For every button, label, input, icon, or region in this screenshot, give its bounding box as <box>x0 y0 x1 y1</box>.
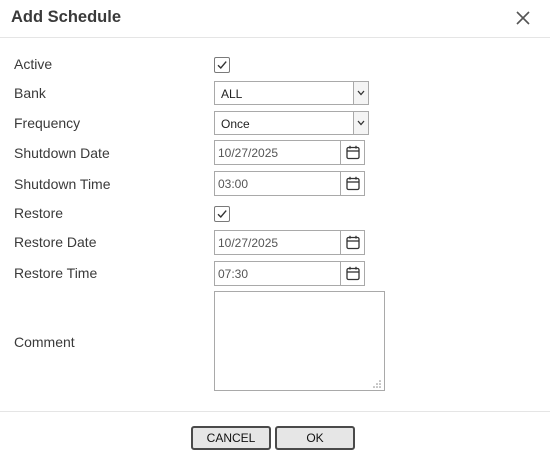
shutdown-time-input[interactable] <box>215 172 340 195</box>
chevron-down-icon <box>357 90 365 96</box>
frequency-select-value: Once <box>221 117 250 131</box>
active-label: Active <box>14 56 53 72</box>
restore-date-label: Restore Date <box>14 234 97 250</box>
restore-date-field <box>214 230 365 255</box>
dialog-header: Add Schedule <box>0 0 550 38</box>
restore-time-field <box>214 261 365 286</box>
chevron-down-icon <box>357 120 365 126</box>
restore-label: Restore <box>14 205 64 221</box>
restore-time-picker-button[interactable] <box>340 262 364 285</box>
checkmark-icon <box>217 61 227 70</box>
dialog-title: Add Schedule <box>11 8 122 26</box>
restore-checkbox[interactable] <box>214 206 230 222</box>
calendar-icon <box>346 235 360 250</box>
close-icon <box>516 11 530 25</box>
restore-time-input[interactable] <box>215 262 340 285</box>
calendar-icon <box>346 266 360 281</box>
frequency-select[interactable]: Once <box>214 111 369 135</box>
shutdown-date-field <box>214 140 365 165</box>
checkmark-icon <box>217 210 227 219</box>
shutdown-date-input[interactable] <box>215 141 340 164</box>
cancel-button[interactable]: CANCEL <box>191 426 271 450</box>
frequency-dropdown-button[interactable] <box>353 112 368 134</box>
calendar-icon <box>346 176 360 191</box>
bank-select-value: ALL <box>221 87 243 101</box>
footer-divider <box>0 411 550 412</box>
bank-dropdown-button[interactable] <box>353 82 368 104</box>
comment-label: Comment <box>14 334 75 350</box>
calendar-icon <box>346 145 360 160</box>
active-checkbox[interactable] <box>214 57 230 73</box>
shutdown-date-picker-button[interactable] <box>340 141 364 164</box>
shutdown-time-field <box>214 171 365 196</box>
bank-label: Bank <box>14 85 46 101</box>
comment-textarea[interactable] <box>214 291 385 391</box>
ok-button[interactable]: OK <box>275 426 355 450</box>
restore-date-picker-button[interactable] <box>340 231 364 254</box>
resize-grip-icon[interactable] <box>372 378 382 388</box>
shutdown-time-label: Shutdown Time <box>14 176 111 192</box>
add-schedule-dialog: Add Schedule Active Bank ALL Frequency O… <box>0 0 550 458</box>
shutdown-date-label: Shutdown Date <box>14 145 110 161</box>
frequency-label: Frequency <box>14 115 81 131</box>
shutdown-time-picker-button[interactable] <box>340 172 364 195</box>
restore-date-input[interactable] <box>215 231 340 254</box>
close-button[interactable] <box>511 6 535 30</box>
restore-time-label: Restore Time <box>14 265 98 281</box>
bank-select[interactable]: ALL <box>214 81 369 105</box>
